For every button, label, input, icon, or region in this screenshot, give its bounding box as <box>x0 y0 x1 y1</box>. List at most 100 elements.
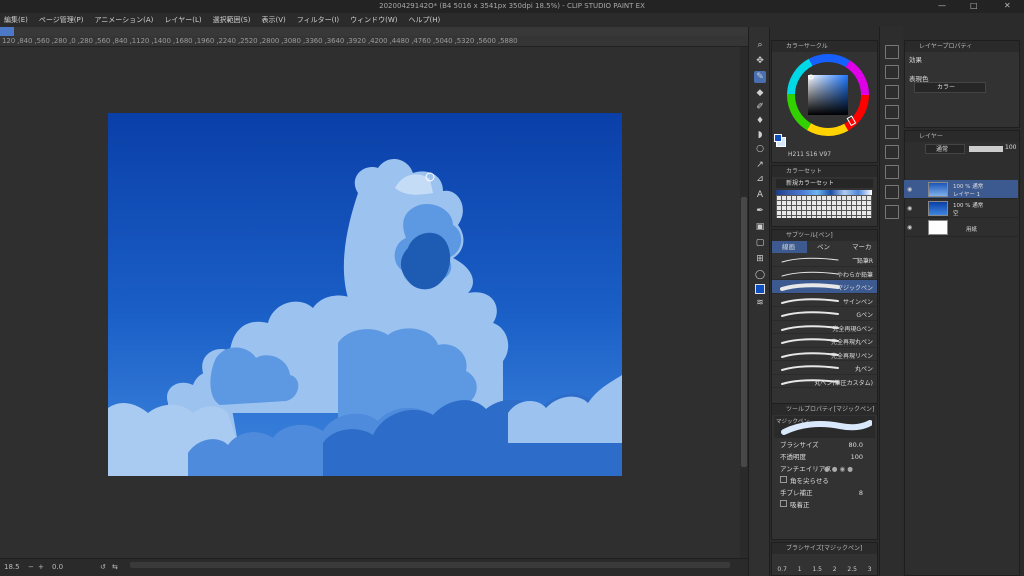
sub-tool-tabs: 線画 ペン マーカー <box>772 241 877 263</box>
layer-row-2[interactable]: ◉ 100 % 通常 空 <box>904 199 1018 218</box>
brush-item[interactable]: 丸ペン <box>772 361 877 375</box>
brush-item[interactable]: Gペン <box>772 307 877 321</box>
layer-search-icon[interactable] <box>885 165 899 179</box>
layer-thumbnail <box>928 201 948 216</box>
horizontal-scrollbar[interactable] <box>130 562 730 568</box>
history-icon[interactable] <box>885 105 899 119</box>
canvas-tab[interactable] <box>0 27 14 36</box>
fill-tool-icon[interactable]: ♦ <box>754 115 766 127</box>
opacity-slider[interactable] <box>969 146 1003 152</box>
sub-tool-title: サブツール[ペン] <box>772 230 877 241</box>
layer-opacity-value[interactable]: 100 <box>1005 144 1016 151</box>
color-swatches-grid[interactable] <box>776 190 872 218</box>
navigator-icon[interactable] <box>885 45 899 59</box>
info-icon[interactable] <box>885 85 899 99</box>
antialias-row[interactable]: アンチエイリアス ● ● ◉ ● <box>772 463 877 475</box>
opacity-row[interactable]: 不透明度 100 <box>772 451 877 463</box>
brush-item[interactable]: 完全再現リペン <box>772 348 877 361</box>
menu-window[interactable]: ウィンドウ(W) <box>350 15 397 25</box>
brush-item[interactable]: サインペン <box>772 294 877 307</box>
tool-property-panel: ツールプロパティ[マジックペン] マジックペン ブラシサイズ 80.0 不透明度 1… <box>771 403 878 540</box>
drawing-canvas[interactable] <box>108 113 622 476</box>
rotate-icon[interactable]: ↺ <box>100 563 106 571</box>
vertical-scrollbar[interactable] <box>740 47 748 558</box>
menu-layer[interactable]: レイヤー(L) <box>164 15 201 25</box>
gradient-tool-icon[interactable]: ▣ <box>754 221 766 233</box>
brush-item[interactable]: 完全再現Gペン <box>772 321 877 334</box>
main-color-swatch[interactable] <box>754 283 766 295</box>
tool-property-title: ツールプロパティ[マジックペン] <box>772 404 877 415</box>
angle-value[interactable]: 0.0 <box>52 563 63 571</box>
brush-item[interactable]: 完全再現丸ペン <box>772 334 877 348</box>
maximize-button[interactable]: □ <box>970 1 978 10</box>
zoom-tool-icon[interactable]: ⌕ <box>754 39 766 51</box>
vertical-scroll-thumb[interactable] <box>741 197 747 467</box>
brush-item[interactable]: マジックペン <box>772 280 877 294</box>
brush-size-option[interactable]: 2 <box>833 566 837 573</box>
express-color-select[interactable]: カラー <box>914 82 986 93</box>
brush-item[interactable]: 丸ペン(筆圧カスタム) <box>772 375 877 388</box>
selection-tool-icon[interactable]: ○ <box>754 143 766 155</box>
stabilize-row[interactable]: 手ブレ補正 8 <box>772 487 877 499</box>
zoom-in-icon[interactable]: + <box>38 563 44 571</box>
color-set-title: カラーセット <box>772 166 877 177</box>
brush-size-option[interactable]: 0.7 <box>777 566 787 573</box>
eraser-tool-icon[interactable]: ◆ <box>754 87 766 99</box>
corner-checkbox-row[interactable]: 角を尖らせる <box>772 475 877 487</box>
brush-item[interactable]: やわらか鉛筆 <box>772 267 877 280</box>
menu-help[interactable]: ヘルプ(H) <box>409 15 441 25</box>
brush-size-option[interactable]: 2.5 <box>847 566 857 573</box>
operation-tool-icon[interactable]: ↗ <box>754 159 766 171</box>
brush-item[interactable]: 鉛筆R <box>772 253 877 267</box>
ruler-tool-icon[interactable]: ⊞ <box>754 253 766 265</box>
figure-tool-icon[interactable]: ⊿ <box>754 173 766 185</box>
brush-tool-icon[interactable]: ✐ <box>754 101 766 113</box>
zoom-value[interactable]: 18.5 <box>4 563 20 571</box>
sub-view-icon[interactable] <box>885 65 899 79</box>
visibility-eye-icon[interactable]: ◉ <box>907 186 912 193</box>
menu-selection[interactable]: 選択範囲(S) <box>213 15 251 25</box>
auto-action-icon[interactable] <box>885 125 899 139</box>
visibility-eye-icon[interactable]: ◉ <box>907 205 912 212</box>
brush-size-row[interactable]: ブラシサイズ 80.0 <box>772 439 877 451</box>
zoom-out-icon[interactable]: − <box>28 563 34 571</box>
menu-page[interactable]: ページ管理(P) <box>39 15 84 25</box>
main-color-chip[interactable] <box>774 134 782 142</box>
brush-stroke-preview <box>781 365 839 371</box>
lasso-tool-icon[interactable]: ◗ <box>754 129 766 141</box>
brush-size-option[interactable]: 1 <box>798 566 802 573</box>
move-tool-icon[interactable]: ✥ <box>754 55 766 67</box>
menu-view[interactable]: 表示(V) <box>261 15 285 25</box>
color-set-dropdown[interactable]: 新規カラーセット <box>776 179 873 188</box>
close-button[interactable]: ✕ <box>1004 1 1011 10</box>
transparent-color-icon[interactable]: ≋ <box>754 297 766 309</box>
pen-tool-icon[interactable]: ✎ <box>754 71 766 83</box>
animation-icon[interactable] <box>885 185 899 199</box>
text-tool-icon[interactable]: A <box>754 189 766 201</box>
menu-edit[interactable]: 編集(E) <box>4 15 28 25</box>
layer-2-name: 空 <box>953 211 959 217</box>
balloon-tool-icon[interactable]: ◯ <box>754 269 766 281</box>
quick-access-icon[interactable] <box>885 205 899 219</box>
brush-size-option[interactable]: 1.5 <box>812 566 822 573</box>
tab-line-art[interactable]: 線画 <box>772 241 807 253</box>
menu-filter[interactable]: フィルター(I) <box>297 15 339 25</box>
tab-pen[interactable]: ペン <box>807 241 842 253</box>
visibility-eye-icon[interactable]: ◉ <box>907 224 912 231</box>
frame-tool-icon[interactable]: ▢ <box>754 237 766 249</box>
layer-row-paper[interactable]: ◉ 用紙 <box>904 218 1018 237</box>
flip-icon[interactable]: ⇆ <box>112 563 118 571</box>
material-icon[interactable] <box>885 145 899 159</box>
vector-snap-row[interactable]: 吸着正 <box>772 499 877 511</box>
layer-thumbnail <box>928 182 948 197</box>
horizontal-ruler: 120 ,840 ,560 ,280 ,0 ,280 ,560 ,840 ,11… <box>0 36 748 47</box>
tab-marker[interactable]: マーカー <box>842 241 877 263</box>
color-wheel[interactable] <box>786 53 870 137</box>
layer-2-mode: 100 % 通常 <box>953 203 984 209</box>
brush-size-option[interactable]: 3 <box>868 566 872 573</box>
menu-animation[interactable]: アニメーション(A) <box>94 15 153 25</box>
minimize-button[interactable]: — <box>938 1 946 10</box>
blend-mode-select[interactable]: 通常 <box>925 144 965 154</box>
layer-row-1[interactable]: ◉ 100 % 通常 レイヤー 1 <box>904 180 1018 199</box>
correction-tool-icon[interactable]: ✒ <box>754 205 766 217</box>
